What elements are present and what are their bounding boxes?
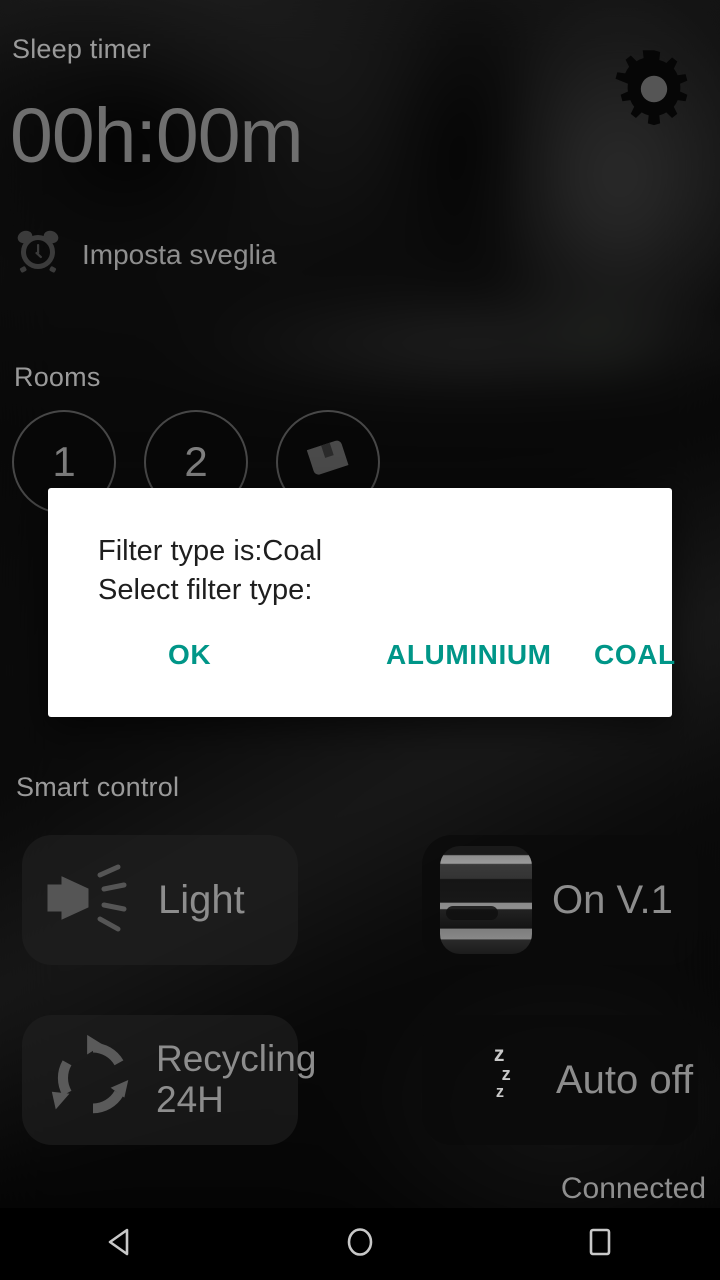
tile-label: Recycling 24H xyxy=(156,1038,317,1120)
home-circle-icon xyxy=(343,1225,377,1264)
room-label: 2 xyxy=(184,438,208,485)
dialog-coal-button[interactable]: COAL xyxy=(586,633,684,677)
filter-type-dialog: Filter type is:Coal Select filter type: … xyxy=(48,488,675,717)
smart-control-section-label: Smart control xyxy=(16,772,180,802)
settings-button[interactable] xyxy=(610,45,698,138)
room-label: 1 xyxy=(52,438,76,485)
sleep-timer-value[interactable]: 00h:00m xyxy=(10,98,304,175)
tile-recycling[interactable]: Recycling 24H xyxy=(22,1015,316,1145)
dialog-ok-button[interactable]: OK xyxy=(160,633,219,677)
recycling-icon xyxy=(44,1029,142,1132)
back-triangle-icon xyxy=(103,1225,137,1264)
tile-light[interactable]: Light xyxy=(22,835,298,965)
tile-label: Light xyxy=(158,878,245,922)
nav-back-button[interactable] xyxy=(75,1208,165,1280)
tile-auto-off[interactable]: z z z Auto off xyxy=(422,1015,698,1145)
svg-text:z: z xyxy=(496,1083,504,1101)
tile-label: On V.1 xyxy=(552,878,673,922)
tile-label: Auto off xyxy=(556,1058,694,1102)
dialog-aluminium-button[interactable]: ALUMINIUM xyxy=(378,633,560,677)
svg-text:z: z xyxy=(502,1063,511,1083)
gear-icon xyxy=(610,50,698,137)
recents-square-icon xyxy=(583,1225,617,1264)
hood-thumbnail-image xyxy=(440,846,532,954)
alarm-clock-icon xyxy=(14,228,62,281)
sleep-timer-label: Sleep timer xyxy=(12,34,151,64)
book-icon xyxy=(301,430,355,494)
dialog-actions: OK ALUMINIUM COAL xyxy=(48,633,675,689)
rooms-section-label: Rooms xyxy=(14,362,101,392)
set-alarm-label: Imposta sveglia xyxy=(82,238,277,270)
nav-home-button[interactable] xyxy=(315,1208,405,1280)
moon-sleep-icon: z z z xyxy=(444,1032,540,1129)
set-alarm-row[interactable]: Imposta sveglia xyxy=(14,228,277,281)
svg-text:z: z xyxy=(494,1042,505,1065)
nav-recents-button[interactable] xyxy=(555,1208,645,1280)
android-navigation-bar xyxy=(0,1208,720,1280)
connection-status: Connected xyxy=(560,1172,706,1205)
spotlight-icon xyxy=(44,857,140,944)
tile-on-v1[interactable]: On V.1 xyxy=(422,835,698,965)
app-screen: Sleep timer 00h:00m Imposta sveglia Room… xyxy=(0,0,720,1280)
dialog-message: Filter type is:Coal Select filter type: xyxy=(98,535,323,607)
